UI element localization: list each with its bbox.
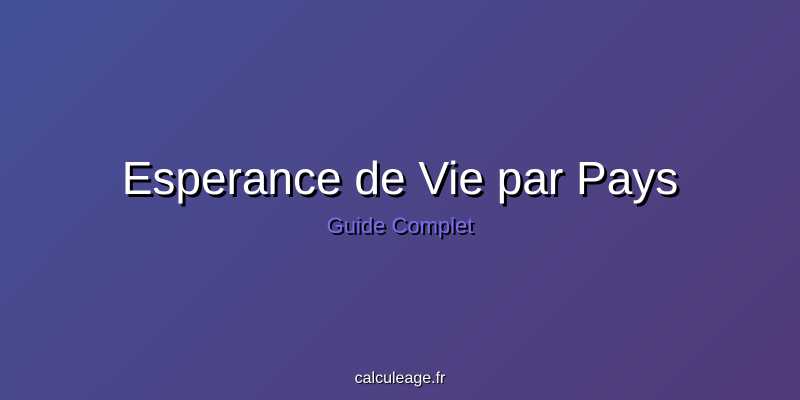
site-domain: calculeage.fr [354, 370, 446, 387]
banner: Esperance de Vie par Pays Guide Complet … [0, 0, 800, 400]
page-title: Esperance de Vie par Pays [121, 152, 679, 204]
page-subtitle: Guide Complet [326, 213, 474, 238]
